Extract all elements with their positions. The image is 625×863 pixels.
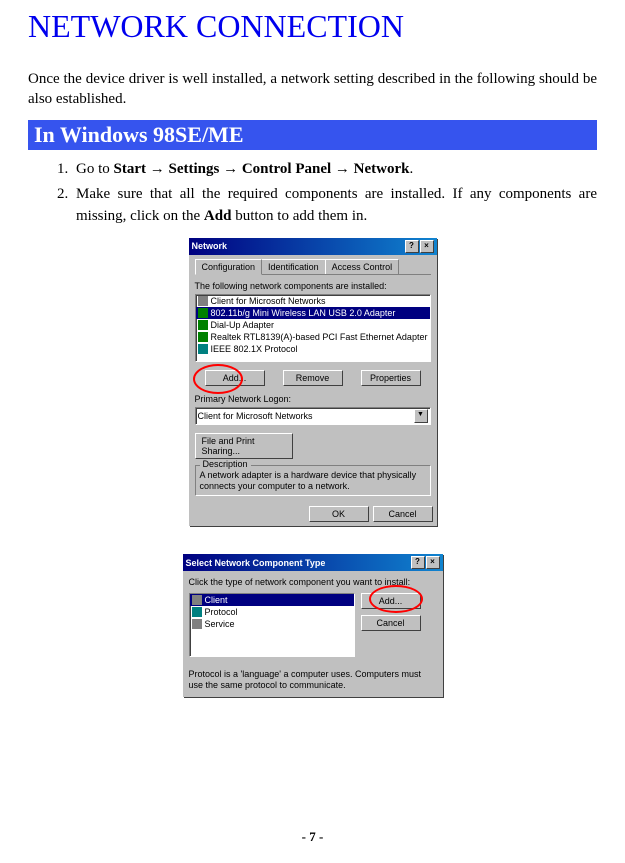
- list-item[interactable]: Realtek RTL8139(A)-based PCI Fast Ethern…: [196, 331, 430, 343]
- list-item[interactable]: Client for Microsoft Networks: [196, 295, 430, 307]
- cancel-button[interactable]: Cancel: [373, 506, 433, 522]
- add-button[interactable]: Add...: [361, 593, 421, 609]
- list-item[interactable]: Service: [190, 618, 354, 630]
- client-icon: [192, 595, 202, 605]
- title-bar: Select Network Component Type ? ×: [183, 554, 443, 571]
- components-listbox[interactable]: Client for Microsoft Networks 802.11b/g …: [195, 294, 431, 362]
- component-type-listbox[interactable]: Client Protocol Service: [189, 593, 355, 657]
- tab-strip: Configuration Identification Access Cont…: [195, 259, 431, 275]
- close-icon[interactable]: ×: [420, 240, 434, 253]
- components-label: The following network components are ins…: [195, 281, 431, 291]
- list-item[interactable]: IEEE 802.1X Protocol: [196, 343, 430, 355]
- logon-label: Primary Network Logon:: [195, 394, 431, 404]
- select-component-dialog: Select Network Component Type ? × Click …: [183, 554, 443, 697]
- step-2: Make sure that all the required componen…: [72, 184, 597, 228]
- step-1: Go to Start → Settings → Control Panel →…: [72, 158, 597, 181]
- intro-paragraph: Once the device driver is well installed…: [28, 69, 597, 110]
- list-item[interactable]: Client: [190, 594, 354, 606]
- network-dialog: Network ? × Configuration Identification…: [189, 238, 437, 527]
- protocol-icon: [192, 607, 202, 617]
- tab-configuration[interactable]: Configuration: [195, 259, 263, 275]
- primary-logon-dropdown[interactable]: Client for Microsoft Networks ▼: [195, 407, 431, 425]
- dialog-title: Network: [192, 241, 228, 251]
- list-item[interactable]: Protocol: [190, 606, 354, 618]
- protocol-icon: [198, 344, 208, 354]
- chevron-down-icon[interactable]: ▼: [414, 409, 428, 423]
- title-bar: Network ? ×: [189, 238, 437, 255]
- cancel-button[interactable]: Cancel: [361, 615, 421, 631]
- description-group: Description A network adapter is a hardw…: [195, 465, 431, 497]
- help-icon[interactable]: ?: [405, 240, 419, 253]
- description-text: Protocol is a 'language' a computer uses…: [189, 669, 437, 691]
- ok-button[interactable]: OK: [309, 506, 369, 522]
- page-number: - 7 -: [0, 829, 625, 845]
- page-heading: NETWORK CONNECTION: [28, 0, 597, 45]
- list-item[interactable]: Dial-Up Adapter: [196, 319, 430, 331]
- tab-access-control[interactable]: Access Control: [325, 259, 400, 274]
- adapter-icon: [198, 308, 208, 318]
- adapter-icon: [198, 320, 208, 330]
- properties-button[interactable]: Properties: [361, 370, 421, 386]
- section-header-windows: In Windows 98SE/ME: [28, 120, 597, 150]
- client-icon: [198, 296, 208, 306]
- adapter-icon: [198, 332, 208, 342]
- file-print-sharing-button[interactable]: File and Print Sharing...: [195, 433, 293, 459]
- dialog-title: Select Network Component Type: [186, 558, 326, 568]
- remove-button[interactable]: Remove: [283, 370, 343, 386]
- prompt-label: Click the type of network component you …: [183, 571, 443, 587]
- add-button[interactable]: Add...: [205, 370, 265, 386]
- list-item[interactable]: 802.11b/g Mini Wireless LAN USB 2.0 Adap…: [196, 307, 430, 319]
- service-icon: [192, 619, 202, 629]
- close-icon[interactable]: ×: [426, 556, 440, 569]
- tab-identification[interactable]: Identification: [261, 259, 326, 274]
- help-icon[interactable]: ?: [411, 556, 425, 569]
